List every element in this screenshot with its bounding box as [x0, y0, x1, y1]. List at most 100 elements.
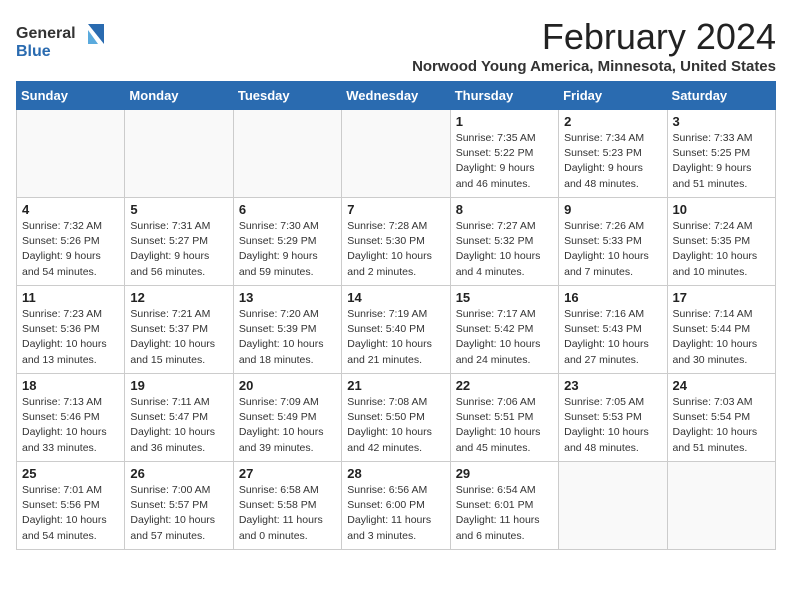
day-info: Sunrise: 7:14 AMSunset: 5:44 PMDaylight:…: [673, 307, 770, 368]
calendar-cell: 17 Sunrise: 7:14 AMSunset: 5:44 PMDayligh…: [667, 286, 775, 374]
calendar-cell: 15 Sunrise: 7:17 AMSunset: 5:42 PMDayligh…: [450, 286, 558, 374]
calendar-cell: 8Sunrise: 7:27 AMSunset: 5:32 PMDaylight…: [450, 198, 558, 286]
week-row-3: 11 Sunrise: 7:23 AMSunset: 5:36 PMDayligh…: [17, 286, 776, 374]
day-info: Sunrise: 7:01 AMSunset: 5:56 PMDaylight:…: [22, 483, 119, 544]
day-number: 18: [22, 378, 119, 393]
week-row-5: 25 Sunrise: 7:01 AMSunset: 5:56 PMDayligh…: [17, 462, 776, 550]
header-day-thursday: Thursday: [450, 82, 558, 110]
day-info: Sunrise: 7:09 AMSunset: 5:49 PMDaylight:…: [239, 395, 336, 456]
day-number: 17: [673, 290, 770, 305]
header-day-wednesday: Wednesday: [342, 82, 450, 110]
calendar-cell: 16 Sunrise: 7:16 AMSunset: 5:43 PMDayligh…: [559, 286, 667, 374]
month-title: February 2024: [412, 16, 776, 58]
calendar-cell: 11 Sunrise: 7:23 AMSunset: 5:36 PMDayligh…: [17, 286, 125, 374]
calendar-cell: 28 Sunrise: 6:56 AMSunset: 6:00 PMDayligh…: [342, 462, 450, 550]
calendar-cell: 7 Sunrise: 7:28 AMSunset: 5:30 PMDaylight…: [342, 198, 450, 286]
calendar-cell: 5Sunrise: 7:31 AMSunset: 5:27 PMDaylight…: [125, 198, 233, 286]
day-info: Sunrise: 7:26 AMSunset: 5:33 PMDaylight:…: [564, 219, 661, 280]
day-number: 20: [239, 378, 336, 393]
week-row-1: 1 Sunrise: 7:35 AMSunset: 5:22 PMDaylight…: [17, 110, 776, 198]
day-info: Sunrise: 7:05 AMSunset: 5:53 PMDaylight:…: [564, 395, 661, 456]
day-number: 4: [22, 202, 119, 217]
calendar-cell: 24Sunrise: 7:03 AMSunset: 5:54 PMDayligh…: [667, 374, 775, 462]
day-info: Sunrise: 7:20 AMSunset: 5:39 PMDaylight:…: [239, 307, 336, 368]
day-number: 19: [130, 378, 227, 393]
calendar-cell: 22 Sunrise: 7:06 AMSunset: 5:51 PMDayligh…: [450, 374, 558, 462]
day-info: Sunrise: 7:16 AMSunset: 5:43 PMDaylight:…: [564, 307, 661, 368]
location-subtitle: Norwood Young America, Minnesota, United…: [412, 58, 776, 75]
day-info: Sunrise: 7:08 AMSunset: 5:50 PMDaylight:…: [347, 395, 444, 456]
svg-text:Blue: Blue: [16, 43, 51, 60]
day-info: Sunrise: 7:03 AMSunset: 5:54 PMDaylight:…: [673, 395, 770, 456]
calendar-cell: 12Sunrise: 7:21 AMSunset: 5:37 PMDayligh…: [125, 286, 233, 374]
day-info: Sunrise: 7:19 AMSunset: 5:40 PMDaylight:…: [347, 307, 444, 368]
day-info: Sunrise: 6:58 AMSunset: 5:58 PMDaylight:…: [239, 483, 336, 544]
calendar-cell: 29 Sunrise: 6:54 AMSunset: 6:01 PMDayligh…: [450, 462, 558, 550]
header-day-sunday: Sunday: [17, 82, 125, 110]
header-day-monday: Monday: [125, 82, 233, 110]
calendar-cell: 2 Sunrise: 7:34 AMSunset: 5:23 PMDaylight…: [559, 110, 667, 198]
calendar-header-row: SundayMondayTuesdayWednesdayThursdayFrid…: [17, 82, 776, 110]
calendar-cell: 1 Sunrise: 7:35 AMSunset: 5:22 PMDaylight…: [450, 110, 558, 198]
calendar-cell: 26 Sunrise: 7:00 AMSunset: 5:57 PMDayligh…: [125, 462, 233, 550]
header-day-friday: Friday: [559, 82, 667, 110]
day-info: Sunrise: 7:34 AMSunset: 5:23 PMDaylight:…: [564, 131, 661, 192]
day-info: Sunrise: 7:13 AMSunset: 5:46 PMDaylight:…: [22, 395, 119, 456]
day-info: Sunrise: 7:35 AMSunset: 5:22 PMDaylight:…: [456, 131, 553, 192]
day-info: Sunrise: 7:24 AMSunset: 5:35 PMDaylight:…: [673, 219, 770, 280]
day-number: 15: [456, 290, 553, 305]
day-info: Sunrise: 6:54 AMSunset: 6:01 PMDaylight:…: [456, 483, 553, 544]
day-number: 10: [673, 202, 770, 217]
day-number: 28: [347, 466, 444, 481]
calendar-cell: 18 Sunrise: 7:13 AMSunset: 5:46 PMDayligh…: [17, 374, 125, 462]
calendar-cell: 9 Sunrise: 7:26 AMSunset: 5:33 PMDaylight…: [559, 198, 667, 286]
calendar-cell: 19 Sunrise: 7:11 AMSunset: 5:47 PMDayligh…: [125, 374, 233, 462]
calendar-cell: [233, 110, 341, 198]
day-info: Sunrise: 7:23 AMSunset: 5:36 PMDaylight:…: [22, 307, 119, 368]
calendar-cell: [559, 462, 667, 550]
calendar-cell: 21Sunrise: 7:08 AMSunset: 5:50 PMDayligh…: [342, 374, 450, 462]
calendar-table: SundayMondayTuesdayWednesdayThursdayFrid…: [16, 81, 776, 550]
day-info: Sunrise: 7:11 AMSunset: 5:47 PMDaylight:…: [130, 395, 227, 456]
week-row-4: 18 Sunrise: 7:13 AMSunset: 5:46 PMDayligh…: [17, 374, 776, 462]
calendar-cell: [342, 110, 450, 198]
day-number: 13: [239, 290, 336, 305]
day-number: 27: [239, 466, 336, 481]
day-info: Sunrise: 7:30 AMSunset: 5:29 PMDaylight:…: [239, 219, 336, 280]
day-number: 25: [22, 466, 119, 481]
day-number: 5: [130, 202, 227, 217]
day-number: 11: [22, 290, 119, 305]
day-number: 7: [347, 202, 444, 217]
logo-icon: General Blue: [16, 16, 116, 64]
calendar-cell: 25 Sunrise: 7:01 AMSunset: 5:56 PMDayligh…: [17, 462, 125, 550]
day-number: 29: [456, 466, 553, 481]
day-number: 6: [239, 202, 336, 217]
day-number: 16: [564, 290, 661, 305]
calendar-cell: 27 Sunrise: 6:58 AMSunset: 5:58 PMDayligh…: [233, 462, 341, 550]
day-number: 22: [456, 378, 553, 393]
day-number: 23: [564, 378, 661, 393]
calendar-cell: 4 Sunrise: 7:32 AMSunset: 5:26 PMDaylight…: [17, 198, 125, 286]
day-info: Sunrise: 7:32 AMSunset: 5:26 PMDaylight:…: [22, 219, 119, 280]
day-info: Sunrise: 6:56 AMSunset: 6:00 PMDaylight:…: [347, 483, 444, 544]
day-info: Sunrise: 7:06 AMSunset: 5:51 PMDaylight:…: [456, 395, 553, 456]
day-number: 9: [564, 202, 661, 217]
calendar-cell: 6 Sunrise: 7:30 AMSunset: 5:29 PMDaylight…: [233, 198, 341, 286]
calendar-cell: 23 Sunrise: 7:05 AMSunset: 5:53 PMDayligh…: [559, 374, 667, 462]
calendar-cell: 10 Sunrise: 7:24 AMSunset: 5:35 PMDayligh…: [667, 198, 775, 286]
calendar-cell: 14 Sunrise: 7:19 AMSunset: 5:40 PMDayligh…: [342, 286, 450, 374]
day-info: Sunrise: 7:00 AMSunset: 5:57 PMDaylight:…: [130, 483, 227, 544]
svg-text:General: General: [16, 25, 76, 42]
day-number: 14: [347, 290, 444, 305]
day-info: Sunrise: 7:28 AMSunset: 5:30 PMDaylight:…: [347, 219, 444, 280]
calendar-cell: [667, 462, 775, 550]
day-number: 12: [130, 290, 227, 305]
day-number: 1: [456, 114, 553, 129]
logo: General Blue: [16, 16, 116, 64]
calendar-cell: 13 Sunrise: 7:20 AMSunset: 5:39 PMDayligh…: [233, 286, 341, 374]
day-number: 2: [564, 114, 661, 129]
page-header: General Blue February 2024 Norwood Young…: [16, 16, 776, 75]
calendar-cell: 20 Sunrise: 7:09 AMSunset: 5:49 PMDayligh…: [233, 374, 341, 462]
day-info: Sunrise: 7:17 AMSunset: 5:42 PMDaylight:…: [456, 307, 553, 368]
day-number: 26: [130, 466, 227, 481]
